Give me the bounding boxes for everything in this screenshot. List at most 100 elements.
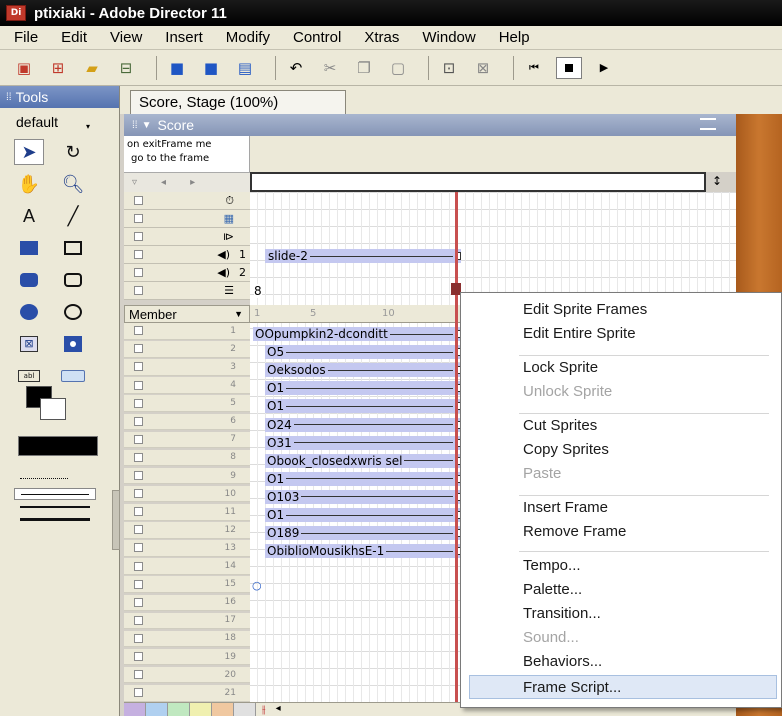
sprite-bar[interactable]: O 31 xyxy=(265,435,461,450)
channel-toggle[interactable] xyxy=(134,688,143,698)
expand-icon[interactable]: ↕ xyxy=(712,174,722,188)
channel-row[interactable]: 7 xyxy=(124,431,250,449)
channel-palette[interactable]: ▦ xyxy=(124,210,250,228)
channel-row[interactable]: 4 xyxy=(124,377,250,394)
sprite-start-marker[interactable]: O xyxy=(255,327,264,341)
panel-splitter[interactable] xyxy=(112,490,120,550)
channel-toggle[interactable] xyxy=(134,434,143,444)
sprite-start-marker[interactable]: O xyxy=(267,363,276,377)
sprite-bar[interactable]: ObiblioMousikhsE-1 xyxy=(265,544,461,559)
channel-row[interactable]: 10 xyxy=(124,485,250,503)
channel-toggle[interactable] xyxy=(134,416,143,426)
channel-toggle[interactable] xyxy=(134,380,143,390)
hand-tool-icon[interactable]: ✋ xyxy=(14,171,44,197)
menu-item-cut-sprites[interactable]: Cut Sprites xyxy=(523,417,597,434)
menu-item-insert-frame[interactable]: Insert Frame xyxy=(523,499,608,516)
menu-item-paste[interactable]: Paste xyxy=(523,465,561,482)
channel-row[interactable]: 11 xyxy=(124,504,250,521)
channel-toggle[interactable] xyxy=(134,543,143,553)
channel-toggle[interactable] xyxy=(134,250,143,259)
open-icon[interactable]: ▰ xyxy=(80,57,104,79)
sprite-bar[interactable]: O1 xyxy=(265,399,461,414)
sprite-bar[interactable]: O 24 xyxy=(265,417,461,432)
channel-toggle[interactable] xyxy=(134,398,143,408)
line-width-2[interactable] xyxy=(20,506,90,508)
new-movie-icon[interactable]: ▣ xyxy=(12,57,36,79)
rect-tool-icon[interactable] xyxy=(58,235,88,261)
menu-item-lock-sprite[interactable]: Lock Sprite xyxy=(523,359,598,376)
channel-transition[interactable]: ⧐ xyxy=(124,228,250,246)
channel-row[interactable]: 6 xyxy=(124,413,250,430)
color-swatch[interactable] xyxy=(146,703,168,716)
channel-toggle[interactable] xyxy=(134,471,143,481)
button-tool-icon[interactable] xyxy=(58,363,88,389)
background-color-chip[interactable] xyxy=(40,398,66,420)
menu-item-remove-frame[interactable]: Remove Frame xyxy=(523,523,626,540)
line-width-dotted[interactable] xyxy=(20,478,68,479)
color-swatch[interactable] xyxy=(168,703,190,716)
find-icon[interactable]: ⊡ xyxy=(437,57,461,79)
sprite-start-marker[interactable]: O xyxy=(267,454,276,468)
menu-item-sound[interactable]: Sound... xyxy=(523,629,579,646)
menu-item-behaviors[interactable]: Behaviors... xyxy=(523,653,602,670)
round-rect-tool-icon[interactable] xyxy=(58,267,88,293)
channel-sound-1[interactable]: ◀) 1 xyxy=(124,246,250,264)
filter-icon[interactable]: ▿ xyxy=(132,177,137,188)
stop-icon[interactable] xyxy=(556,56,582,79)
publish-icon[interactable]: ▤ xyxy=(233,57,257,79)
frame-script-marker[interactable]: 8 xyxy=(254,284,262,298)
sprite-start-marker[interactable]: O xyxy=(267,399,276,413)
channel-toggle[interactable] xyxy=(134,362,143,372)
channel-toggle[interactable] xyxy=(134,214,143,223)
script-field[interactable] xyxy=(250,172,706,192)
sprite-start-marker[interactable]: O xyxy=(267,544,276,558)
undo-icon[interactable]: ↶ xyxy=(284,57,308,79)
menu-file[interactable]: File xyxy=(14,29,38,46)
checkbox-tool-icon[interactable]: ⊠ xyxy=(14,331,44,357)
sprite-bar[interactable]: Oeksodos xyxy=(265,363,461,378)
menu-view[interactable]: View xyxy=(110,29,142,46)
sprite-bar[interactable]: O 189 xyxy=(265,526,461,541)
save-all-icon[interactable]: ■ xyxy=(199,57,223,79)
channel-toggle[interactable] xyxy=(134,525,143,535)
channel-toggle[interactable] xyxy=(134,196,143,205)
channel-row[interactable]: 16 xyxy=(124,594,250,611)
channel-toggle[interactable] xyxy=(134,344,143,354)
rotate-tool-icon[interactable]: ↻ xyxy=(58,139,88,165)
color-swatch[interactable] xyxy=(212,703,234,716)
channel-toggle[interactable] xyxy=(134,452,143,462)
filled-round-rect-tool-icon[interactable] xyxy=(14,267,44,293)
playhead-indicator-icon[interactable]: ⫲ xyxy=(262,703,266,716)
menu-item-frame-script[interactable]: Frame Script... xyxy=(523,679,621,696)
sprite-sound-slide-2[interactable]: slide-2 xyxy=(265,249,461,263)
channel-row[interactable]: 5 xyxy=(124,395,250,412)
scroll-left-icon[interactable]: ◂ xyxy=(276,703,281,716)
menu-item-transition[interactable]: Transition... xyxy=(523,605,601,622)
menu-item-copy-sprites[interactable]: Copy Sprites xyxy=(523,441,609,458)
radio-tool-icon[interactable] xyxy=(58,331,88,357)
menu-window[interactable]: Window xyxy=(422,29,475,46)
script-icon[interactable]: ⊠ xyxy=(471,57,495,79)
sprite-marker[interactable]: ○ xyxy=(252,579,262,592)
channel-row[interactable]: 1 xyxy=(124,323,250,340)
tab-score-stage[interactable]: Score, Stage (100%) xyxy=(130,90,346,114)
channel-row[interactable]: 17 xyxy=(124,612,250,630)
channel-toggle[interactable] xyxy=(134,561,143,571)
channel-row[interactable]: 14 xyxy=(124,558,250,575)
copy-icon[interactable]: ❐ xyxy=(352,57,376,79)
sprite-start-marker[interactable]: O xyxy=(267,345,276,359)
next-icon[interactable]: ▸ xyxy=(190,177,195,188)
sprite-bar[interactable]: O1 xyxy=(265,381,461,396)
sprite-start-marker[interactable]: O xyxy=(267,436,276,450)
sprite-bar[interactable]: Obook_closedxwris sel xyxy=(265,453,461,468)
color-swatch[interactable] xyxy=(234,703,256,716)
menu-item-palette[interactable]: Palette... xyxy=(523,581,582,598)
import-icon[interactable]: ⊟ xyxy=(114,57,138,79)
score-panel-header[interactable]: ⁞⁞ ▼ Score xyxy=(124,114,736,136)
channel-toggle[interactable] xyxy=(134,615,143,625)
cut-icon[interactable]: ✂ xyxy=(318,57,342,79)
save-icon[interactable]: ■ xyxy=(165,57,189,79)
channel-row[interactable]: 13 xyxy=(124,540,250,557)
paste-icon[interactable]: ▢ xyxy=(386,57,410,79)
sprite-bar[interactable]: O1 xyxy=(265,508,461,522)
